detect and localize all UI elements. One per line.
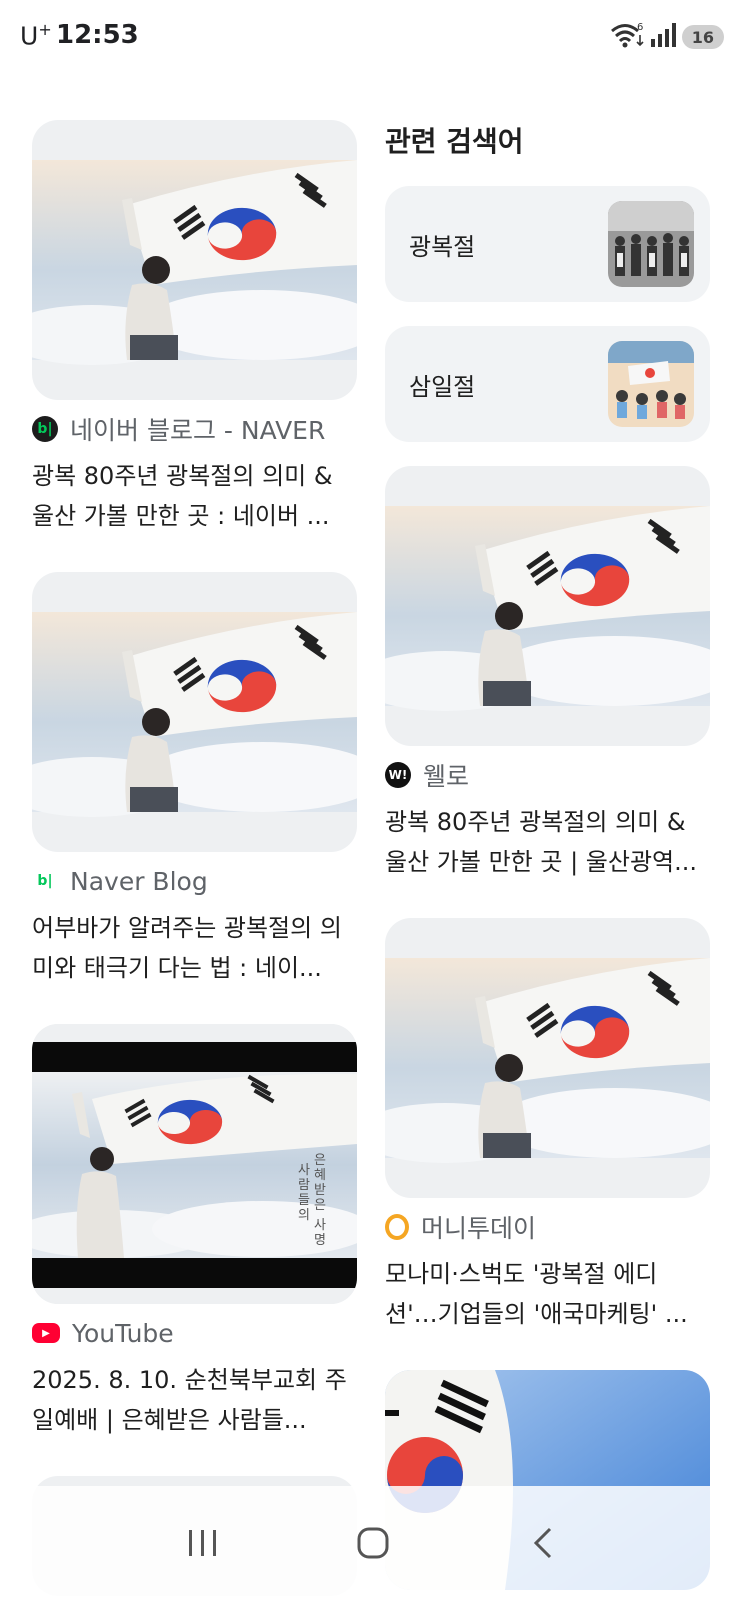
result-thumbnail[interactable]	[385, 918, 710, 1198]
result-card[interactable]: b| Naver Blog 어부바가 알려주는 광복절의 의미와 태극기 다는 …	[32, 572, 357, 988]
result-title[interactable]: 모나미·스벅도 '광복절 에디션'…기업들의 '애국마케팅' ...	[385, 1254, 710, 1334]
back-icon	[533, 1527, 552, 1559]
source-name: Naver Blog	[70, 866, 208, 896]
result-card[interactable]: 은혜받은 사람들의 사명 ▶ YouTube 2025. 8. 10. 순천북부…	[32, 1024, 357, 1440]
carrier-label: U+	[20, 20, 52, 51]
related-search-item[interactable]: 삼일절	[385, 326, 710, 442]
source-name: YouTube	[72, 1318, 174, 1348]
related-searches-heading: 관련 검색어	[385, 125, 524, 158]
naver-blog-icon: b|	[32, 416, 58, 442]
home-icon	[357, 1527, 389, 1559]
flag-image	[32, 160, 357, 365]
svg-text:들: 들	[298, 1193, 310, 1208]
related-search-thumbnail	[608, 201, 694, 287]
related-search-label: 광복절	[409, 232, 476, 261]
svg-text:혜: 혜	[314, 1168, 326, 1183]
flag-image	[385, 506, 710, 711]
status-bar: U+ 12:53 6 16	[0, 0, 746, 72]
left-column: b| 네이버 블로그 - NAVER 광복 80주년 광복절의 의미 & 울산 …	[32, 120, 357, 1600]
svg-text:은: 은	[314, 1153, 326, 1168]
svg-text:사: 사	[314, 1218, 326, 1233]
result-thumbnail[interactable]	[32, 572, 357, 852]
youtube-icon: ▶	[32, 1323, 60, 1343]
result-thumbnail[interactable]: 은혜받은 사람들의 사명	[32, 1024, 357, 1304]
related-search-item[interactable]: 광복절	[385, 186, 710, 302]
flag-image	[385, 958, 710, 1163]
wifi-icon: 6	[610, 21, 644, 53]
related-search-label: 삼일절	[409, 372, 476, 401]
moneytoday-icon	[385, 1214, 409, 1240]
result-thumbnail[interactable]	[385, 466, 710, 746]
svg-text:사: 사	[298, 1163, 310, 1178]
svg-text:은: 은	[314, 1198, 326, 1213]
system-nav-bar	[0, 1486, 746, 1600]
result-thumbnail[interactable]	[32, 120, 357, 400]
source-name: 웰로	[423, 762, 470, 791]
source-name: 네이버 블로그 - NAVER	[70, 416, 326, 445]
wello-icon: W!	[385, 762, 411, 788]
home-button[interactable]	[343, 1513, 403, 1573]
svg-text:6: 6	[637, 22, 643, 33]
related-search-thumbnail	[608, 341, 694, 427]
source-name: 머니투데이	[421, 1214, 537, 1243]
flag-image	[32, 612, 357, 817]
clock: 12:53	[56, 20, 139, 50]
svg-text:의: 의	[298, 1208, 310, 1223]
result-card[interactable]: W! 웰로 광복 80주년 광복절의 의미 & 울산 가볼 만한 곳 | 울산광…	[385, 466, 710, 882]
result-title[interactable]: 광복 80주년 광복절의 의미 & 울산 가볼 만한 곳 : 네이버 ...	[32, 456, 357, 536]
svg-text:받: 받	[314, 1183, 326, 1198]
result-card[interactable]: b| 네이버 블로그 - NAVER 광복 80주년 광복절의 의미 & 울산 …	[32, 120, 357, 536]
svg-text:명: 명	[314, 1233, 326, 1248]
right-column: 관련 검색어 광복절 삼일절 W! 웰로 광복 80주년 광복절의 의미 & 울…	[385, 120, 710, 1600]
back-button[interactable]	[513, 1513, 573, 1573]
result-title[interactable]: 어부바가 알려주는 광복절의 의미와 태극기 다는 법 : 네이...	[32, 908, 357, 988]
battery-indicator: 16	[681, 25, 724, 49]
svg-text:람: 람	[298, 1178, 310, 1193]
recent-apps-icon	[189, 1530, 216, 1556]
signal-icon	[650, 23, 676, 51]
result-title[interactable]: 광복 80주년 광복절의 의미 & 울산 가볼 만한 곳 | 울산광역...	[385, 802, 710, 882]
recent-apps-button[interactable]	[173, 1513, 233, 1573]
naver-blog-icon: b|	[37, 873, 53, 889]
video-thumbnail-image: 은혜받은 사람들의 사명	[32, 1024, 357, 1304]
result-title[interactable]: 2025. 8. 10. 순천북부교회 주일예배 | 은혜받은 사람들...	[32, 1360, 357, 1440]
result-card[interactable]: 머니투데이 모나미·스벅도 '광복절 에디션'…기업들의 '애국마케팅' ...	[385, 918, 710, 1334]
